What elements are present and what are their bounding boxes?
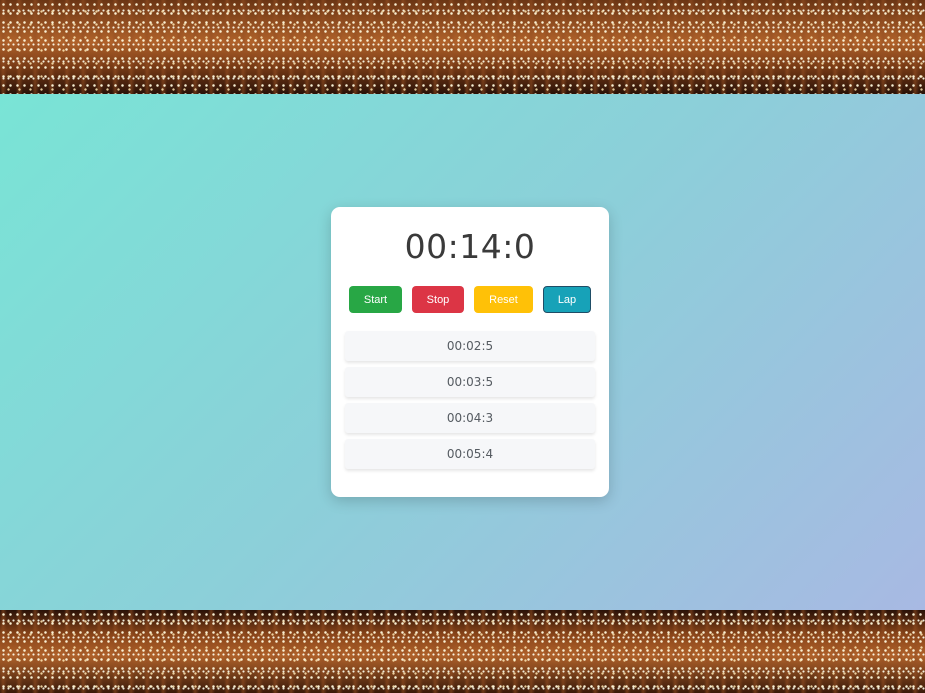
reset-button[interactable]: Reset: [474, 286, 533, 313]
lap-item: 00:04:3: [345, 403, 595, 433]
page-background: 00:14:0 Start Stop Reset Lap 00:02:5 00:…: [0, 94, 925, 610]
start-button[interactable]: Start: [349, 286, 402, 313]
background-photo-bottom: [0, 610, 925, 693]
time-display: 00:14:0: [404, 227, 536, 266]
stopwatch-card: 00:14:0 Start Stop Reset Lap 00:02:5 00:…: [331, 207, 609, 497]
lap-button[interactable]: Lap: [543, 286, 591, 313]
lap-item: 00:02:5: [345, 331, 595, 361]
lap-item: 00:03:5: [345, 367, 595, 397]
stop-button[interactable]: Stop: [412, 286, 464, 313]
lap-list: 00:02:5 00:03:5 00:04:3 00:05:4: [345, 331, 595, 475]
lap-item: 00:05:4: [345, 439, 595, 469]
background-photo-top: [0, 0, 925, 94]
